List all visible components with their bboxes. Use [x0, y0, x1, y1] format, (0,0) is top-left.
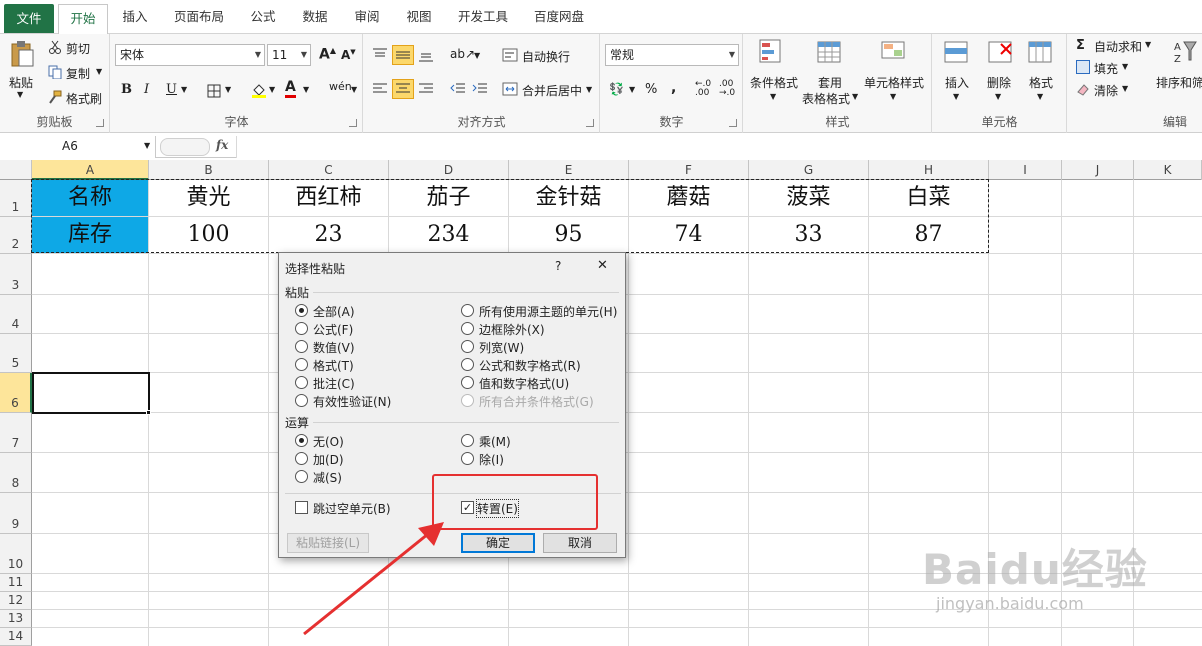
column-headers: ABCDEFGHIJK	[0, 160, 1202, 180]
cell-d1[interactable]: 茄子	[389, 180, 508, 216]
column-header-k[interactable]: K	[1134, 160, 1202, 180]
cell-g1[interactable]: 菠菜	[749, 180, 868, 216]
paste-left-label-3[interactable]: 格式(T)	[313, 357, 354, 374]
row-header-1[interactable]: 1	[0, 180, 32, 217]
column-header-c[interactable]: C	[269, 160, 389, 180]
cell-h1[interactable]: 白菜	[869, 180, 988, 216]
row-header-10[interactable]: 10	[0, 534, 32, 574]
op-right-label-1[interactable]: 除(I)	[479, 451, 504, 468]
paste-left-label-4[interactable]: 批注(C)	[313, 375, 355, 392]
cell-g2[interactable]: 33	[749, 217, 868, 253]
paste-section-label: 粘贴	[285, 286, 310, 300]
cell-b1[interactable]: 黄光	[149, 180, 268, 216]
op-right-label-0[interactable]: 乘(M)	[479, 433, 511, 450]
column-header-a[interactable]: A	[32, 160, 149, 180]
row-header-2[interactable]: 2	[0, 217, 32, 254]
paste-right-radio-2[interactable]	[461, 340, 474, 353]
close-button[interactable]: ✕	[597, 258, 608, 273]
row-header-9[interactable]: 9	[0, 493, 32, 534]
paste-right-radio-5[interactable]	[461, 394, 474, 407]
dialog-title: 选择性粘贴	[285, 262, 346, 276]
cell-d2[interactable]: 234	[389, 217, 508, 253]
paste-section-divider	[313, 292, 619, 293]
paste-left-label-1[interactable]: 公式(F)	[313, 321, 353, 338]
cancel-button[interactable]: 取消	[543, 533, 617, 553]
column-header-i[interactable]: I	[989, 160, 1062, 180]
row-header-4[interactable]: 4	[0, 295, 32, 334]
paste-right-label-0[interactable]: 所有使用源主题的单元(H)	[479, 303, 617, 320]
op-left-radio-0[interactable]	[295, 434, 308, 447]
paste-right-radio-4[interactable]	[461, 376, 474, 389]
op-left-label-1[interactable]: 加(D)	[313, 451, 344, 468]
gridline-horizontal	[32, 627, 1202, 628]
paste-left-radio-2[interactable]	[295, 340, 308, 353]
column-header-j[interactable]: J	[1062, 160, 1134, 180]
row-header-13[interactable]: 13	[0, 610, 32, 628]
paste-right-label-1[interactable]: 边框除外(X)	[479, 321, 545, 338]
column-header-f[interactable]: F	[629, 160, 749, 180]
column-header-d[interactable]: D	[389, 160, 509, 180]
row-header-7[interactable]: 7	[0, 413, 32, 453]
op-left-radio-2[interactable]	[295, 470, 308, 483]
op-right-radio-0[interactable]	[461, 434, 474, 447]
transpose-highlight-box	[432, 474, 598, 530]
paste-left-radio-4[interactable]	[295, 376, 308, 389]
paste-left-label-0[interactable]: 全部(A)	[313, 303, 355, 320]
active-cell-a6[interactable]	[32, 372, 150, 414]
paste-left-radio-1[interactable]	[295, 322, 308, 335]
cell-c1[interactable]: 西红柿	[269, 180, 388, 216]
row-header-11[interactable]: 11	[0, 574, 32, 592]
op-right-radio-1[interactable]	[461, 452, 474, 465]
paste-right-radio-0[interactable]	[461, 304, 474, 317]
paste-right-label-2[interactable]: 列宽(W)	[479, 339, 524, 356]
paste-right-label-3[interactable]: 公式和数字格式(R)	[479, 357, 581, 374]
op-left-radio-1[interactable]	[295, 452, 308, 465]
cell-a2[interactable]: 库存	[32, 217, 148, 253]
row-header-8[interactable]: 8	[0, 453, 32, 493]
fill-handle[interactable]	[146, 410, 151, 415]
paste-left-label-2[interactable]: 数值(V)	[313, 339, 355, 356]
op-left-label-2[interactable]: 减(S)	[313, 469, 342, 486]
operation-section-divider	[313, 422, 619, 423]
row-header-6[interactable]: 6	[0, 373, 32, 413]
help-button[interactable]: ?	[555, 259, 561, 273]
row-header-12[interactable]: 12	[0, 592, 32, 610]
cell-f2[interactable]: 74	[629, 217, 748, 253]
operation-section-label: 运算	[285, 416, 310, 430]
paste-right-label-5[interactable]: 所有合并条件格式(G)	[479, 393, 594, 410]
cell-c2[interactable]: 23	[269, 217, 388, 253]
paste-right-radio-3[interactable]	[461, 358, 474, 371]
column-header-g[interactable]: G	[749, 160, 869, 180]
row-header-3[interactable]: 3	[0, 254, 32, 295]
watermark-brand: Baidu经验	[922, 545, 1148, 594]
watermark-url: jingyan.baidu.com	[936, 594, 1084, 613]
paste-right-label-4[interactable]: 值和数字格式(U)	[479, 375, 569, 392]
paste-right-radio-1[interactable]	[461, 322, 474, 335]
cell-e2[interactable]: 95	[509, 217, 628, 253]
cell-b2[interactable]: 100	[149, 217, 268, 253]
paste-left-label-5[interactable]: 有效性验证(N)	[313, 393, 391, 410]
ok-button[interactable]: 确定	[461, 533, 535, 553]
column-header-h[interactable]: H	[869, 160, 989, 180]
row-header-5[interactable]: 5	[0, 334, 32, 373]
op-left-label-0[interactable]: 无(O)	[313, 433, 344, 450]
cell-f1[interactable]: 蘑菇	[629, 180, 748, 216]
paste-left-radio-0[interactable]	[295, 304, 308, 317]
paste-left-radio-3[interactable]	[295, 358, 308, 371]
select-all-corner[interactable]	[0, 160, 32, 180]
cell-e1[interactable]: 金针菇	[509, 180, 628, 216]
cell-h2[interactable]: 87	[869, 217, 988, 253]
cell-a1[interactable]: 名称	[32, 180, 148, 216]
row-header-14[interactable]: 14	[0, 628, 32, 646]
paste-left-radio-5[interactable]	[295, 394, 308, 407]
annotation-arrow-icon	[303, 522, 444, 636]
column-header-b[interactable]: B	[149, 160, 269, 180]
column-header-e[interactable]: E	[509, 160, 629, 180]
